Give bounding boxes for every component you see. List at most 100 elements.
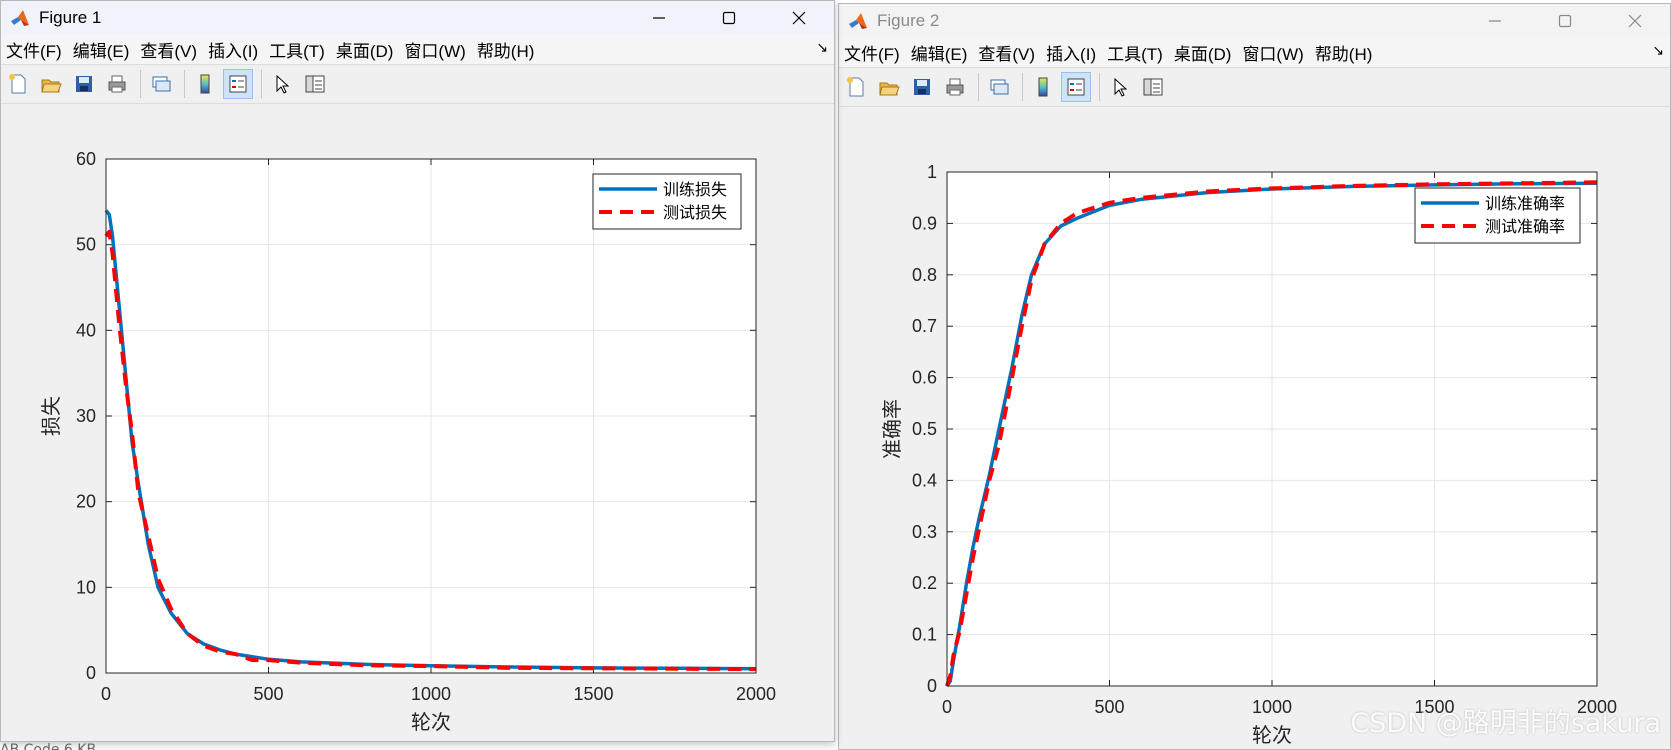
y-tick-label: 0.2 (912, 573, 937, 593)
y-tick-label: 30 (76, 406, 96, 426)
x-tick-label: 1000 (1252, 697, 1292, 717)
toolbar (1, 65, 834, 104)
toolbar-separator (1099, 73, 1100, 101)
loss-chart[interactable]: 0 500 1000 1500 2000 0 10 20 30 40 50 60 轮次 损失 训练损失测试损… (1, 103, 834, 741)
cursor-arrow-icon (276, 74, 290, 94)
menu-desktop[interactable]: 桌面(D) (333, 37, 402, 62)
y-tick-label: 0.3 (912, 522, 937, 542)
insert-legend-button[interactable] (1061, 72, 1091, 102)
menu-edit[interactable]: 编辑(E) (70, 37, 138, 62)
maximize-icon (1558, 14, 1572, 27)
menu-tools[interactable]: 工具(T) (266, 37, 333, 62)
y-tick-label: 0.7 (912, 316, 937, 336)
menu-view[interactable]: 查看(V) (975, 40, 1043, 65)
open-file-button[interactable] (874, 72, 904, 102)
new-file-icon (847, 77, 864, 97)
save-button[interactable] (907, 72, 937, 102)
insert-colorbar-button[interactable] (1028, 72, 1058, 102)
y-tick-label: 20 (76, 492, 96, 512)
figure-1-window: Figure 1 文件(F) 编辑(E) 查看(V) 插入(I) 工具(T) 桌… (0, 0, 835, 742)
figure-canvas: 0 500 1000 1500 2000 0 0.1 0.2 0.3 0.4 0.5 0.6 0.7 0.… (839, 106, 1670, 749)
menu-bar: 文件(F) 编辑(E) 查看(V) 插入(I) 工具(T) 桌面(D) 窗口(W… (839, 37, 1670, 68)
printer-icon (946, 78, 964, 96)
menu-view[interactable]: 查看(V) (137, 37, 205, 62)
print-button[interactable] (102, 69, 132, 99)
y-tick-label: 1 (927, 162, 937, 182)
minimize-button[interactable] (624, 1, 694, 34)
menu-tools[interactable]: 工具(T) (1104, 40, 1171, 65)
colorbar-icon (1038, 77, 1048, 97)
toolbar (839, 68, 1670, 107)
figure-2-window: Figure 2 文件(F) 编辑(E) 查看(V) 插入(I) 工具(T) 桌… (838, 3, 1671, 750)
y-tick-label: 0.5 (912, 419, 937, 439)
edit-plot-button[interactable] (267, 69, 297, 99)
matlab-logo-icon (849, 12, 867, 29)
accuracy-chart[interactable]: 0 500 1000 1500 200000.10.20.30.40.50.60.70.… (839, 106, 1670, 749)
link-plot-icon (152, 76, 171, 92)
y-tick-label: 10 (76, 577, 96, 597)
menu-insert[interactable]: 插入(I) (1043, 40, 1104, 65)
menu-file[interactable]: 文件(F) (841, 40, 908, 65)
menu-window[interactable]: 窗口(W) (1239, 40, 1311, 65)
toolbar-separator (261, 70, 262, 98)
property-panel-icon (1143, 78, 1163, 96)
y-tick-label: 0.9 (912, 213, 937, 233)
legend-icon (1067, 78, 1085, 96)
print-button[interactable] (940, 72, 970, 102)
y-axis-label: 准确率 (881, 399, 904, 459)
minimize-icon (653, 16, 665, 19)
maximize-button[interactable] (1530, 4, 1600, 37)
title-bar[interactable]: Figure 2 (839, 4, 1670, 37)
insert-legend-button[interactable] (223, 69, 253, 99)
legend-label-1: 训练准确率 (1485, 195, 1565, 213)
link-plot-button[interactable] (984, 72, 1014, 102)
property-inspector-button[interactable] (300, 69, 330, 99)
y-tick-label: 40 (76, 320, 96, 340)
x-tick-label: 500 (1094, 697, 1124, 717)
x-tick-label: 500 (253, 684, 283, 704)
menu-help[interactable]: 帮助(H) (474, 37, 543, 62)
printer-icon (108, 75, 126, 93)
folder-open-icon (41, 79, 62, 93)
link-plot-button[interactable] (146, 69, 176, 99)
y-tick-label: 0.4 (912, 470, 937, 490)
x-axis-label: 轮次 (1252, 724, 1292, 747)
menu-insert[interactable]: 插入(I) (205, 37, 266, 62)
save-button[interactable] (69, 69, 99, 99)
close-icon (1628, 14, 1642, 27)
x-tick-label: 0 (101, 684, 111, 704)
link-plot-icon (990, 79, 1009, 95)
window-title: Figure 1 (39, 7, 102, 27)
close-button[interactable] (1600, 4, 1670, 37)
menu-desktop[interactable]: 桌面(D) (1171, 40, 1240, 65)
menu-file[interactable]: 文件(F) (3, 37, 70, 62)
menu-window[interactable]: 窗口(W) (401, 37, 473, 62)
watermark-text: CSDN @路明非的sakura (1350, 708, 1661, 739)
matlab-logo-icon (11, 9, 29, 26)
minimize-button[interactable] (1460, 4, 1530, 37)
title-bar[interactable]: Figure 1 (1, 1, 834, 34)
new-figure-button[interactable] (3, 69, 33, 99)
new-figure-button[interactable] (841, 72, 871, 102)
figure-canvas: 0 500 1000 1500 2000 0 10 20 30 40 50 60 轮次 损失 训练损失 测试损… (1, 103, 834, 741)
y-tick-label: 0.8 (912, 265, 937, 285)
maximize-icon (722, 11, 736, 24)
legend-label-2: 测试准确率 (1485, 218, 1565, 236)
menu-help[interactable]: 帮助(H) (1312, 40, 1381, 65)
close-button[interactable] (764, 1, 834, 34)
x-tick-label: 0 (942, 697, 952, 717)
maximize-button[interactable] (694, 1, 764, 34)
dock-arrow-icon[interactable]: ↘ (816, 40, 828, 56)
property-inspector-button[interactable] (1138, 72, 1168, 102)
open-file-button[interactable] (36, 69, 66, 99)
dock-arrow-icon[interactable]: ↘ (1652, 43, 1664, 59)
edit-plot-button[interactable] (1105, 72, 1135, 102)
y-tick-label: 60 (76, 149, 96, 169)
insert-colorbar-button[interactable] (190, 69, 220, 99)
background-status-text: AB Code 6 KB (0, 742, 97, 750)
menu-edit[interactable]: 编辑(E) (908, 40, 976, 65)
menu-bar: 文件(F) 编辑(E) 查看(V) 插入(I) 工具(T) 桌面(D) 窗口(W… (1, 34, 834, 65)
legend-label-2: 测试损失 (663, 204, 727, 222)
save-icon (76, 76, 92, 92)
save-icon (914, 79, 930, 95)
